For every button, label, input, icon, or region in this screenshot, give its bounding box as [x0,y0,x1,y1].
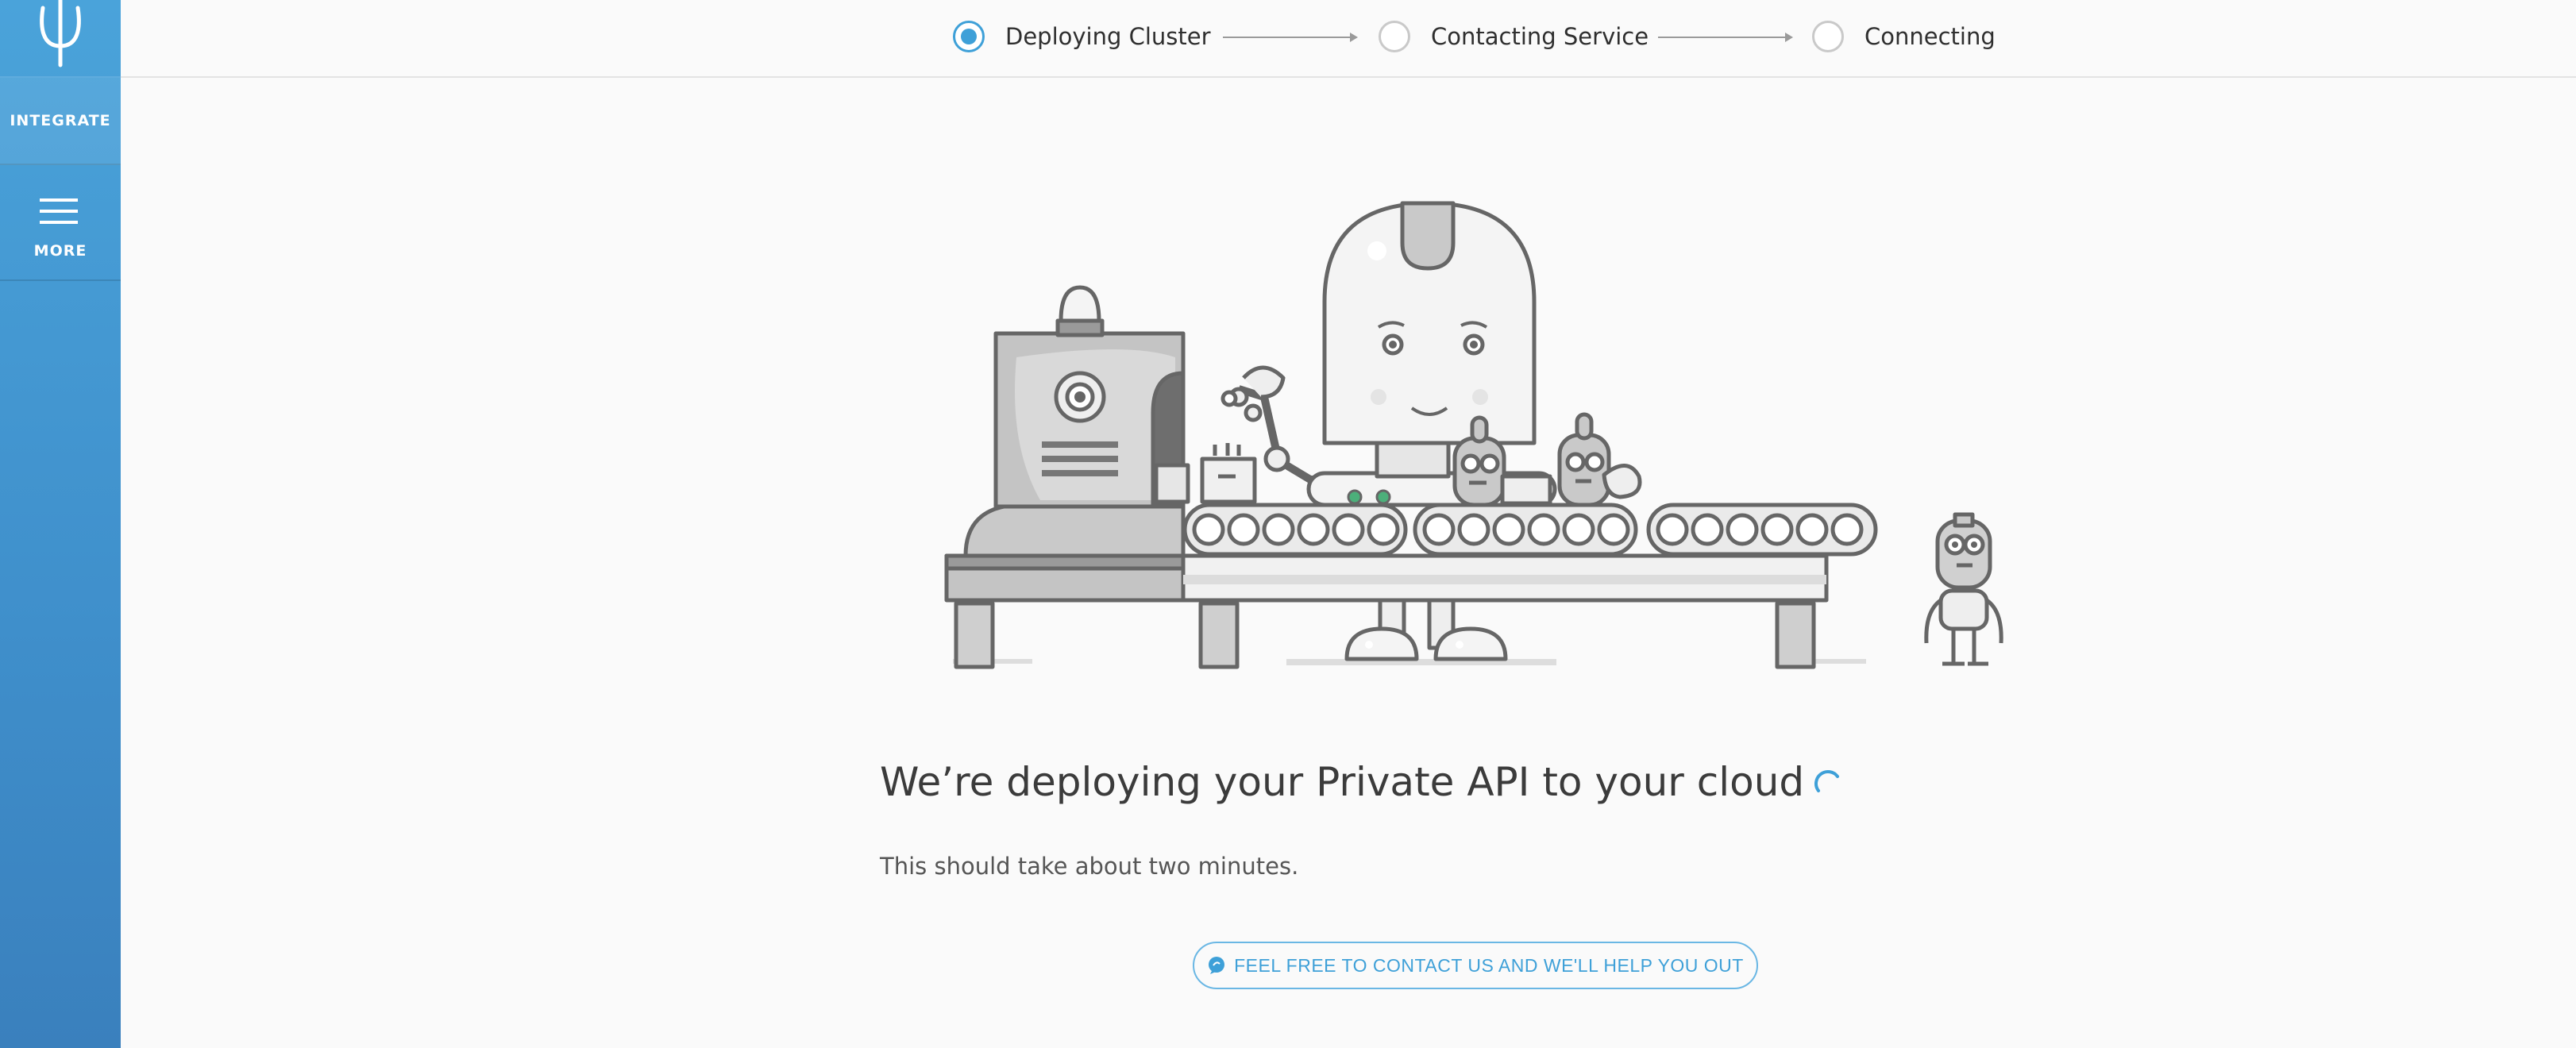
step-label: Connecting [1865,23,1996,50]
step-active-indicator-icon [953,21,985,52]
progress-stepper: Deploying Cluster Contacting Service Con… [121,0,2576,78]
phi-logo-icon [40,0,81,67]
step-label: Contacting Service [1431,23,1649,50]
sidebar-item-integrate[interactable]: INTEGRATE [0,76,121,165]
hamburger-menu-icon [40,198,78,224]
sidebar-item-more[interactable]: MORE [0,164,121,281]
sidebar: INTEGRATE MORE [0,0,121,1048]
logo[interactable] [0,0,121,76]
page-headline: We’re deploying your Private API to your… [880,759,1844,808]
robot-factory-conveyor-illustration [944,201,2003,669]
step-deploying-cluster: Deploying Cluster [953,17,1211,56]
step-connecting: Connecting [1812,17,1996,56]
subtext: This should take about two minutes. [880,853,1299,880]
loading-spinner-icon [1812,762,1844,808]
headline-text: We’re deploying your Private API to your… [880,759,1805,805]
step-arrow-icon [1223,33,1358,42]
step-arrow-icon [1658,33,1793,42]
sidebar-item-integrate-label: INTEGRATE [10,112,111,129]
sidebar-item-more-label: MORE [33,242,87,260]
step-contacting-service: Contacting Service [1379,17,1649,56]
contact-support-button[interactable]: FEEL FREE TO CONTACT US AND WE'LL HELP Y… [1193,942,1758,989]
step-pending-indicator-icon [1379,21,1410,52]
step-label: Deploying Cluster [1005,23,1211,50]
contact-button-label: FEEL FREE TO CONTACT US AND WE'LL HELP Y… [1234,954,1744,976]
chat-bubble-icon [1207,956,1226,975]
step-pending-indicator-icon [1812,21,1844,52]
